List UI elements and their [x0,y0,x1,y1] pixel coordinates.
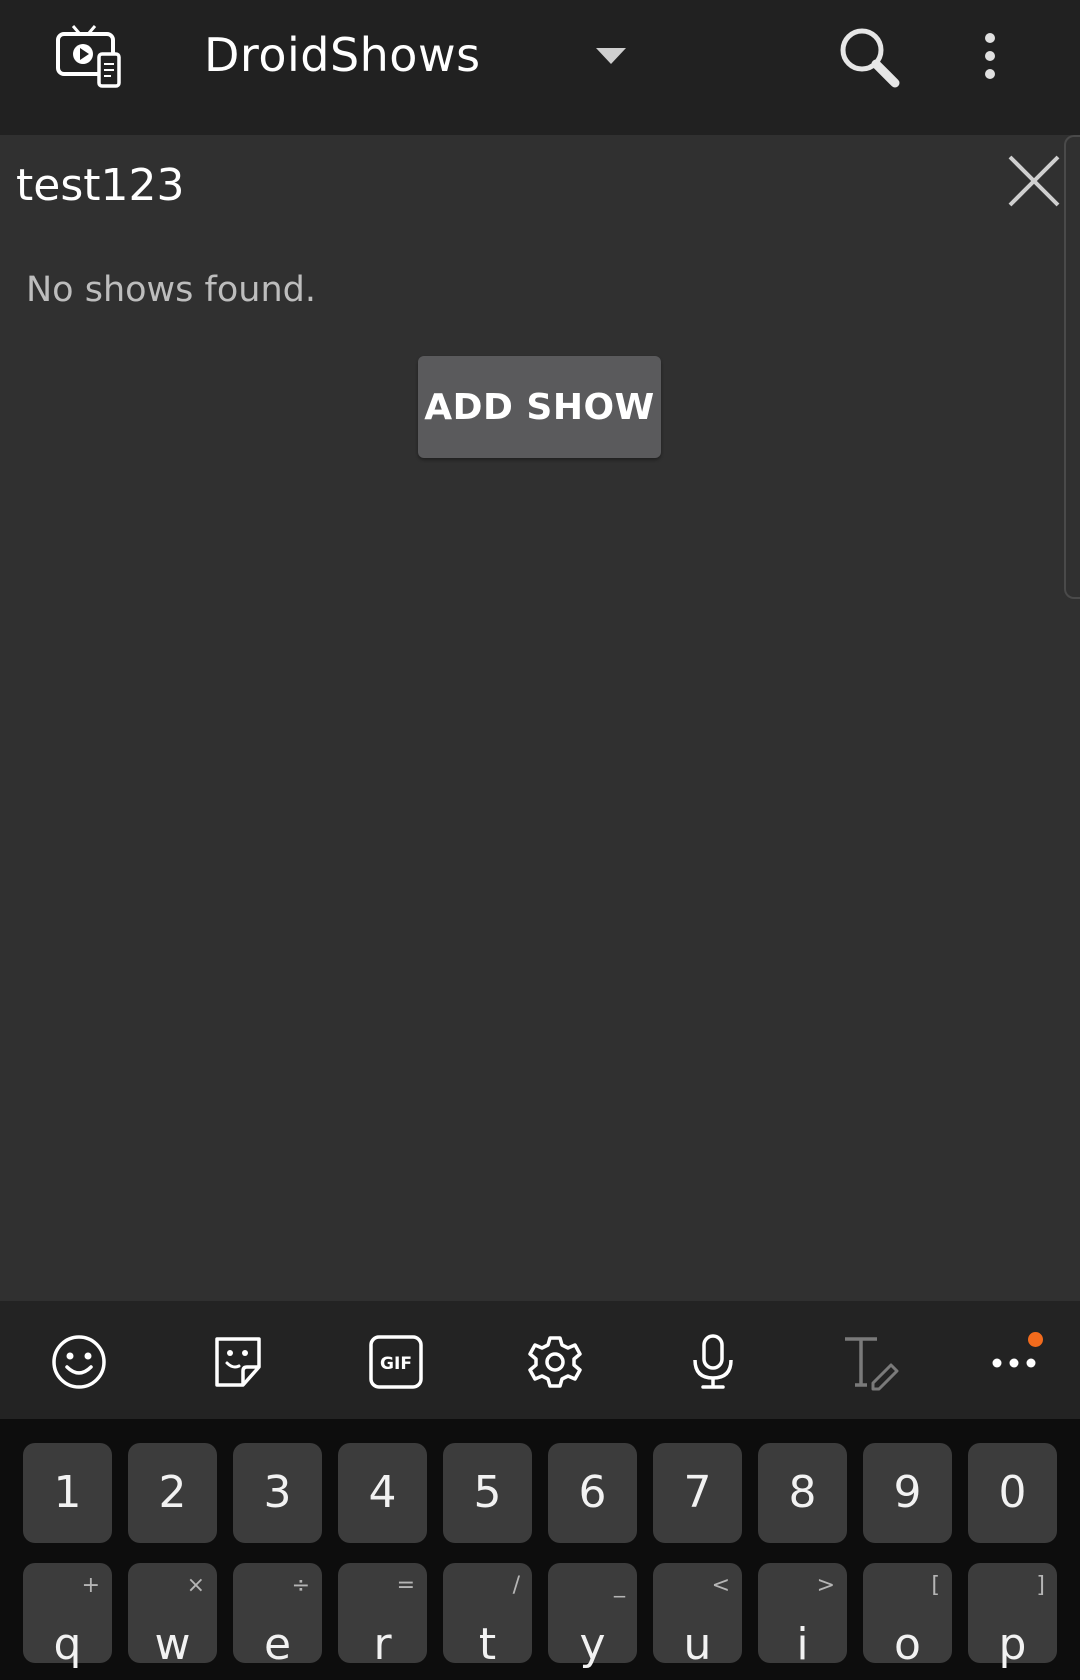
key-8[interactable]: 8 [758,1443,847,1543]
key-0[interactable]: 0 [968,1443,1057,1543]
gif-icon[interactable]: GIF [367,1333,425,1391]
key-1[interactable]: 1 [23,1443,112,1543]
more-vert-icon[interactable] [974,30,1006,82]
keyboard-toolbar: GIF [0,1301,1080,1419]
microphone-icon[interactable] [684,1333,742,1391]
key-r[interactable]: = r [338,1563,427,1670]
scroll-indicator [1064,135,1080,599]
key-4[interactable]: 4 [338,1443,427,1543]
search-icon[interactable] [835,24,901,90]
add-show-button[interactable]: ADD SHOW [418,356,661,458]
key-p[interactable]: ] p [968,1563,1057,1670]
emoji-icon[interactable] [50,1333,108,1391]
key-y[interactable]: _ y [548,1563,637,1670]
key-u[interactable]: < u [653,1563,742,1670]
search-query-text[interactable]: test123 [16,160,184,211]
key-t[interactable]: / t [443,1563,532,1670]
app-bar: DroidShows [0,0,1080,135]
notification-dot [1028,1332,1043,1347]
key-q[interactable]: + q [23,1563,112,1670]
keyboard: 1 2 3 4 5 6 7 8 9 0 + q × w ÷ e = r / t _ y < u… [0,1419,1080,1680]
key-9[interactable]: 9 [863,1443,952,1543]
key-e[interactable]: ÷ e [233,1563,322,1670]
settings-icon[interactable] [526,1333,584,1391]
text-edit-icon[interactable] [843,1333,901,1391]
triangle-down-icon[interactable] [596,48,626,64]
key-6[interactable]: 6 [548,1443,637,1543]
close-icon[interactable] [1004,151,1064,211]
key-7[interactable]: 7 [653,1443,742,1543]
empty-message: No shows found. [26,270,316,310]
sticker-icon[interactable] [209,1333,267,1391]
tv-remote-app-icon [55,24,125,90]
svg-text:GIF: GIF [380,1354,412,1374]
key-2[interactable]: 2 [128,1443,217,1543]
key-5[interactable]: 5 [443,1443,532,1543]
shows-list-area: test123 No shows found. ADD SHOW [0,135,1080,1301]
key-3[interactable]: 3 [233,1443,322,1543]
key-w[interactable]: × w [128,1563,217,1670]
app-title[interactable]: DroidShows [204,28,481,82]
key-o[interactable]: [o [863,1563,952,1670]
key-i[interactable]: > i [758,1563,847,1670]
